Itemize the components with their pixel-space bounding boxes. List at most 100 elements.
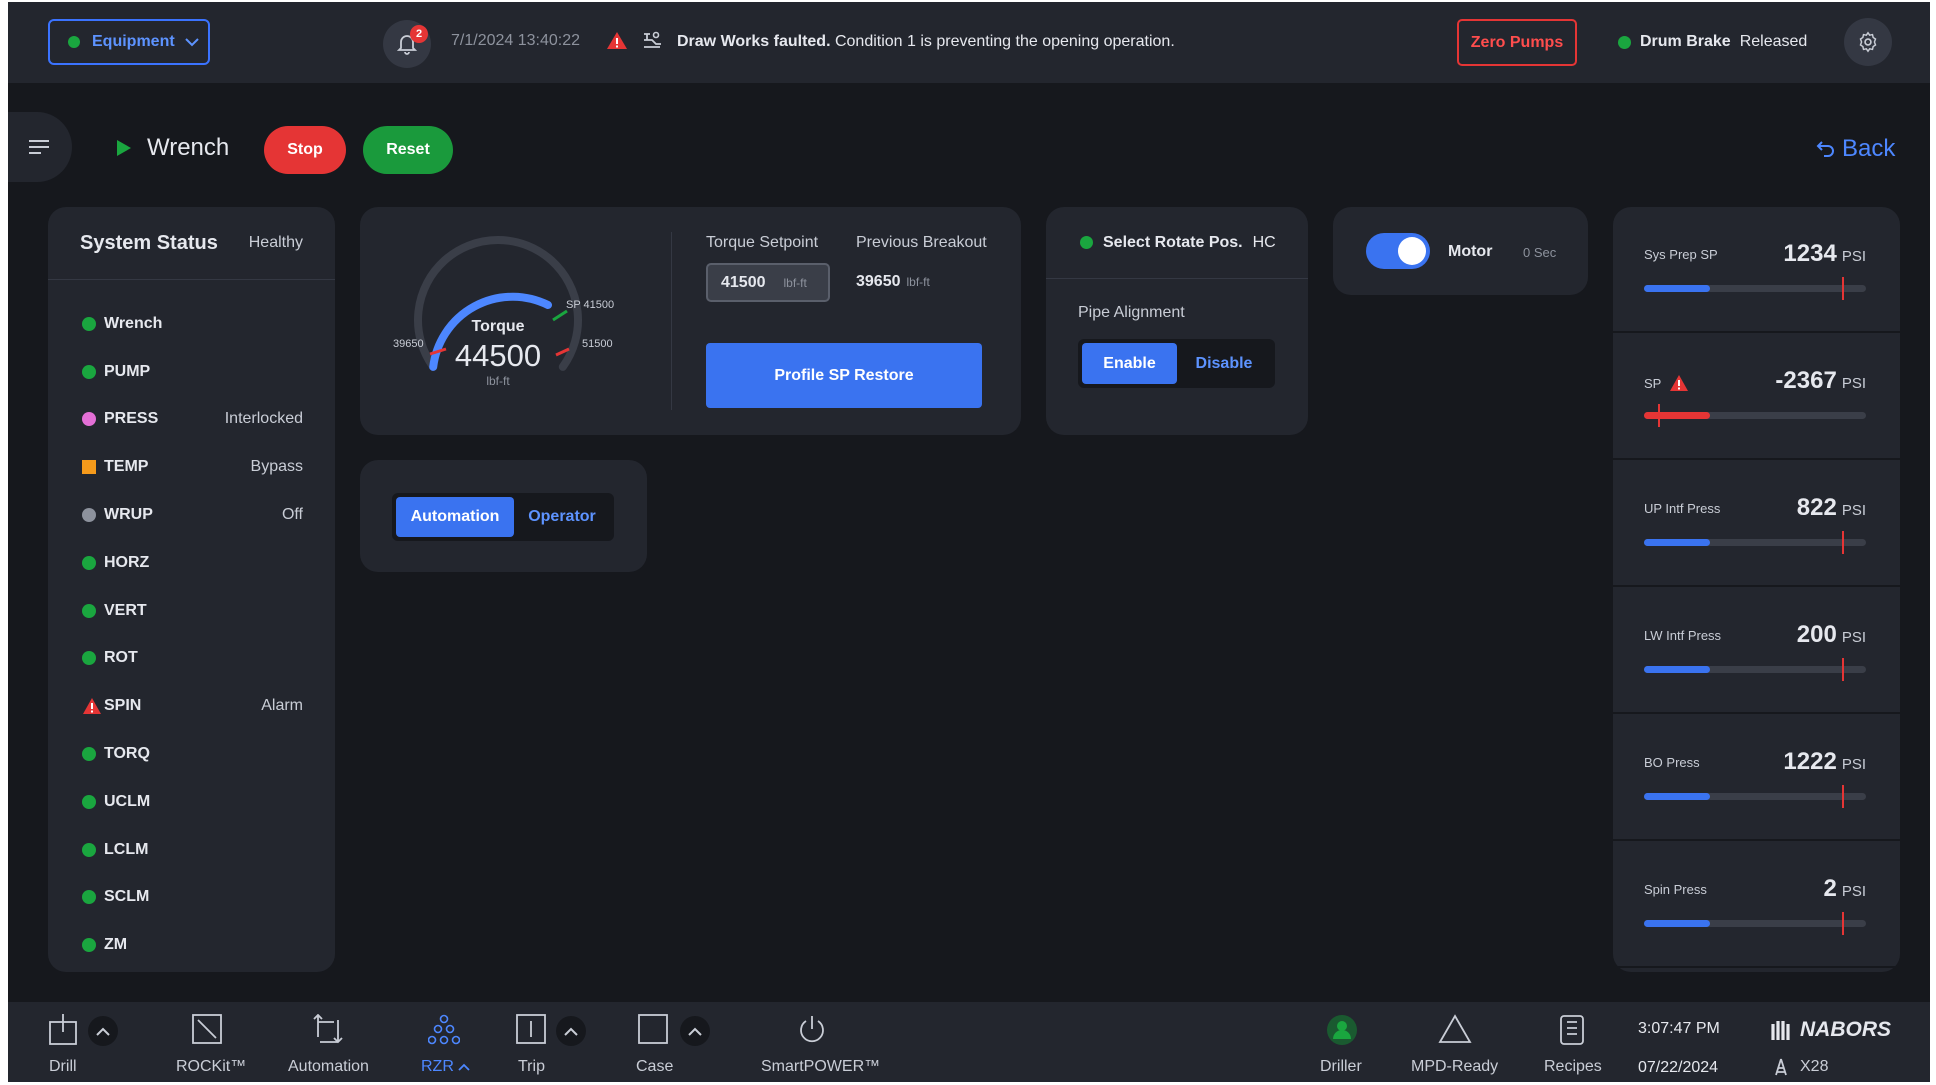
system-status-name: SPIN	[104, 697, 142, 715]
pressure-row: UP Intf Press 822 PSI	[1613, 461, 1900, 587]
system-status-state: Interlocked	[224, 410, 303, 428]
pressure-name: Spin Press	[1644, 882, 1707, 897]
pressure-unit: PSI	[1841, 756, 1866, 773]
nav-driller-label: Driller	[1320, 1058, 1362, 1075]
nav-driller[interactable]: Driller	[1308, 1002, 1378, 1082]
drill-expand-button[interactable]	[88, 1016, 118, 1046]
chevron-up-icon	[688, 1027, 702, 1036]
menu-button[interactable]	[8, 112, 72, 182]
recipes-icon	[1560, 1015, 1584, 1045]
nav-recipes[interactable]: Recipes	[1538, 1002, 1608, 1082]
draw-works-icon	[644, 31, 661, 48]
system-status-row: LCLM	[48, 826, 335, 874]
pressure-name-text: BO Press	[1644, 755, 1700, 770]
system-status-name: PUMP	[104, 362, 151, 380]
automation-icon	[313, 1014, 343, 1044]
pressure-value-number: 2	[1823, 875, 1837, 902]
nav-automation[interactable]: Automation	[280, 1002, 370, 1082]
gauge-min-label: 39650	[393, 338, 424, 350]
drill-icon	[49, 1014, 77, 1045]
previous-breakout-unit: lbf-ft	[906, 275, 930, 289]
operator-mode-button[interactable]: Operator	[514, 497, 610, 537]
rotate-panel: Select Rotate Pos. HC Pipe Alignment Ena…	[1046, 207, 1308, 435]
pressure-value-number: -2367	[1775, 367, 1837, 394]
status-indicator	[82, 747, 96, 762]
trip-icon	[516, 1014, 546, 1044]
nav-trip[interactable]: Trip	[508, 1002, 558, 1082]
nav-smartpower[interactable]: SmartPOWER™	[750, 1002, 880, 1082]
nav-case[interactable]: Case	[630, 1002, 690, 1082]
pressure-row: SP -2367 PSI	[1613, 334, 1900, 460]
top-bar: Equipment 2 7/1/2024 13:40:22 Draw Works…	[8, 2, 1930, 83]
system-status-name: ROT	[104, 649, 138, 667]
nav-automation-label: Automation	[288, 1058, 369, 1075]
motor-toggle-knob	[1398, 237, 1426, 265]
pressure-value-number: 822	[1796, 494, 1837, 521]
pressure-row: Sys Prep SP 1234 PSI	[1613, 207, 1900, 333]
nav-rockit[interactable]: ROCKit™	[168, 1002, 248, 1082]
enable-button[interactable]: Enable	[1082, 343, 1177, 384]
pressure-name: Sys Prep SP	[1644, 247, 1718, 262]
back-button[interactable]: Back	[1816, 135, 1895, 163]
pressure-value-number: 1234	[1783, 240, 1837, 267]
torque-gauge: 39650 SP 41500 51500 Torque 44500 lbf-ft	[393, 235, 614, 385]
system-status-panel: System Status Healthy Wrench PUMP PRESS Int…	[48, 207, 335, 972]
pressure-value-number: 200	[1796, 621, 1837, 648]
trip-expand-button[interactable]	[556, 1016, 586, 1046]
pressure-panel: Sys Prep SP 1234 PSI SP -2367 PSI UP Intf Pres…	[1613, 207, 1900, 972]
brand-name: NABORS	[1800, 1018, 1892, 1041]
system-status-row: SPIN Alarm	[48, 682, 335, 730]
system-status-row: WRUP Off	[48, 491, 335, 539]
motor-label: Motor	[1448, 243, 1493, 260]
pressure-bar	[1644, 277, 1866, 300]
automation-mode-button[interactable]: Automation	[396, 497, 514, 537]
pressure-bar	[1644, 912, 1866, 935]
nav-rzr[interactable]: RZR	[410, 1002, 480, 1082]
status-indicator	[82, 364, 96, 379]
status-indicator	[82, 316, 96, 331]
disable-button[interactable]: Disable	[1177, 343, 1271, 384]
torque-setpoint-value: 41500	[721, 273, 766, 291]
drum-brake-label: Drum Brake	[1640, 33, 1731, 50]
system-status-name: SCLM	[104, 888, 150, 906]
profile-sp-restore-button[interactable]: Profile SP Restore	[706, 343, 982, 408]
rockit-icon	[192, 1014, 222, 1044]
settings-button[interactable]	[1844, 18, 1892, 66]
nav-mpd-ready[interactable]: MPD-Ready	[1408, 1002, 1498, 1082]
torque-unit: lbf-ft	[486, 374, 510, 385]
select-rotate-pos[interactable]: Select Rotate Pos. HC	[1046, 207, 1308, 279]
app-window: Equipment 2 7/1/2024 13:40:22 Draw Works…	[8, 2, 1930, 1082]
torque-setpoint-input[interactable]: 41500 lbf-ft	[706, 263, 830, 302]
system-status-title: System Status	[80, 231, 218, 254]
zero-pumps-button[interactable]: Zero Pumps	[1457, 19, 1577, 66]
pressure-limit-mark	[1658, 404, 1660, 427]
system-status-name: LCLM	[104, 840, 149, 858]
case-expand-button[interactable]	[680, 1016, 710, 1046]
status-indicator	[82, 842, 96, 857]
pressure-name: SP	[1644, 374, 1689, 392]
pressure-unit: PSI	[1841, 375, 1866, 392]
equipment-dropdown[interactable]: Equipment	[48, 19, 210, 65]
torque-panel: 39650 SP 41500 51500 Torque 44500 lbf-ft…	[360, 207, 1021, 435]
pressure-bar-fill	[1644, 412, 1710, 419]
nav-drill[interactable]: Drill	[40, 1002, 100, 1082]
reset-button[interactable]: Reset	[363, 126, 453, 174]
pressure-bar-fill	[1644, 285, 1710, 292]
notifications-button[interactable]: 2	[383, 20, 431, 68]
stop-button[interactable]: Stop	[264, 126, 346, 174]
system-status-list: Wrench PUMP PRESS Interlocked TEMP Bypass WRUP…	[48, 280, 335, 969]
back-label: Back	[1842, 135, 1896, 162]
motor-toggle[interactable]	[1366, 233, 1430, 269]
system-status-name: Wrench	[104, 314, 163, 332]
gauge-title: Torque	[471, 318, 524, 335]
system-status-row: PUMP	[48, 348, 335, 396]
pressure-unit: PSI	[1841, 248, 1866, 265]
nav-mpd-label: MPD-Ready	[1411, 1058, 1499, 1075]
triangle-icon	[1438, 1014, 1472, 1043]
case-icon	[638, 1014, 668, 1044]
system-status-row: PRESS Interlocked	[48, 396, 335, 444]
pressure-bar	[1644, 785, 1866, 808]
select-rotate-value: HC	[1252, 233, 1276, 251]
pressure-name-text: LW Intf Press	[1644, 628, 1722, 643]
page-title: Wrench	[147, 134, 230, 161]
